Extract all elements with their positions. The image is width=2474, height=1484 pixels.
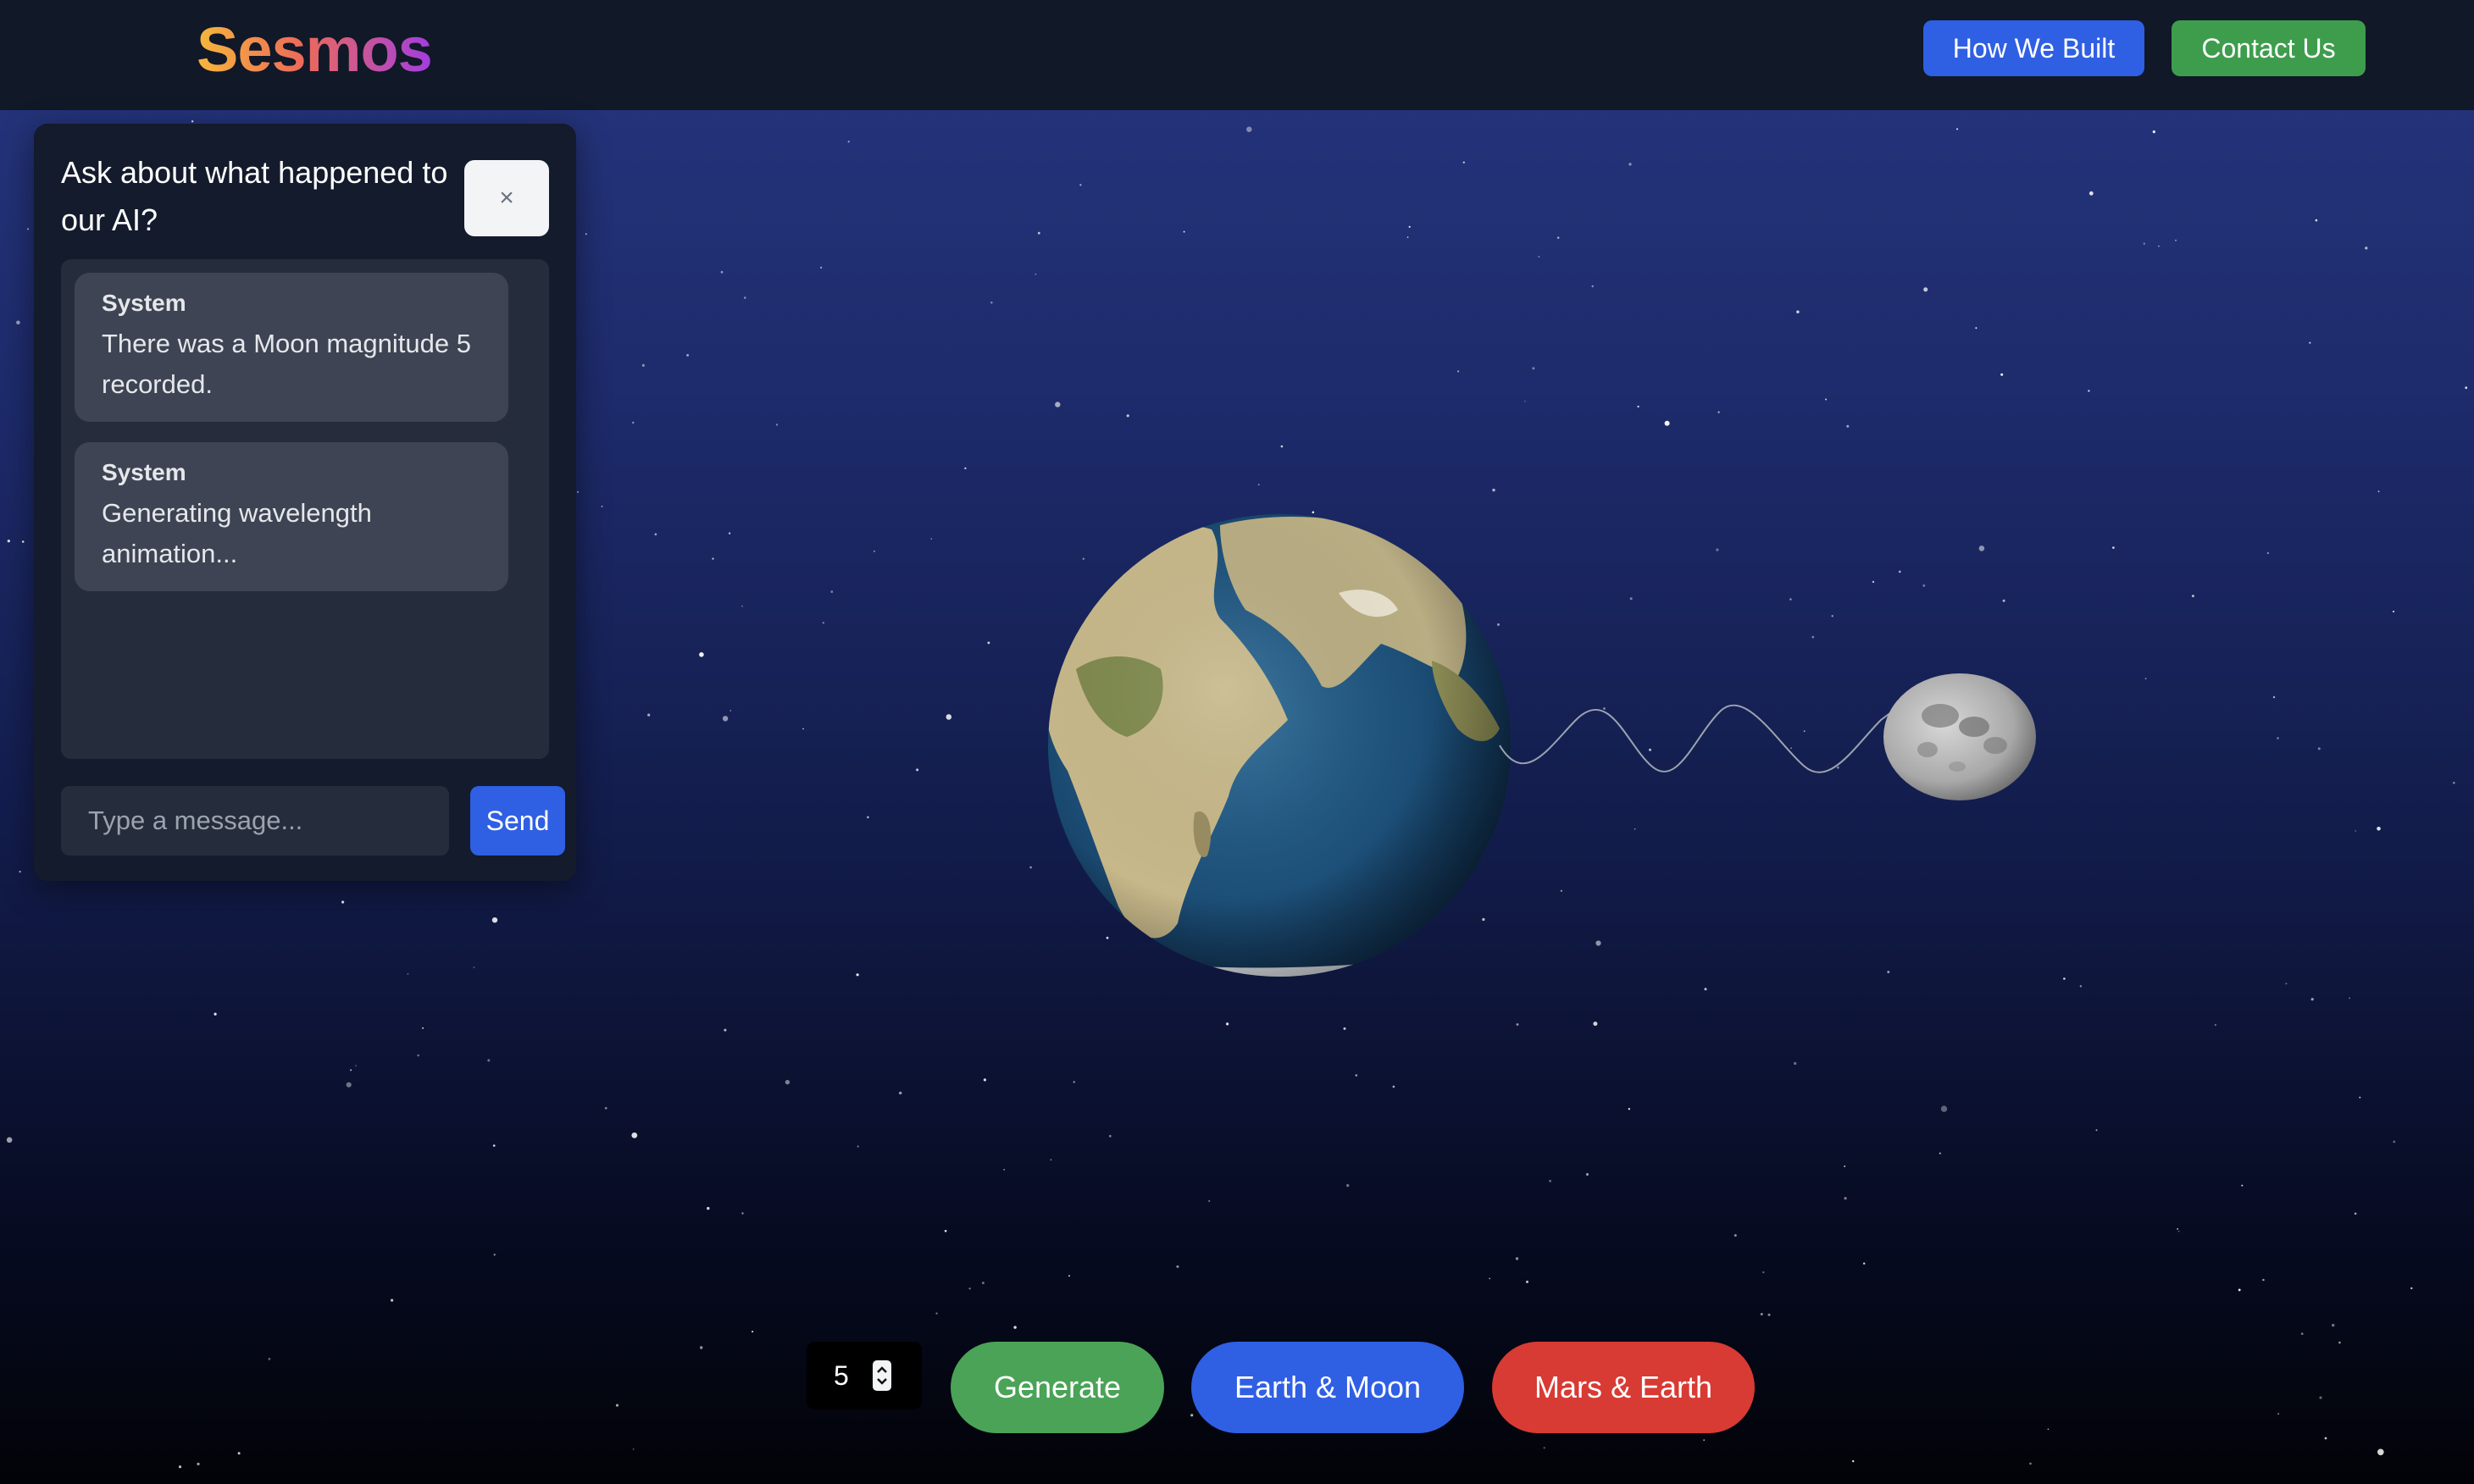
stepper-arrows-icon[interactable] [873,1360,891,1391]
moon-sphere [1883,673,2036,800]
message-text: Generating wavelength animation... [102,498,372,568]
earth-globe [1048,514,1511,977]
magnitude-value: 5 [834,1360,849,1391]
top-navbar: Sesmos How We Built Contact Us [0,0,2474,110]
chat-message-list[interactable]: System There was a Moon magnitude 5 reco… [61,259,549,759]
app-logo[interactable]: Sesmos [197,12,433,88]
message-sender: System [102,459,186,485]
how-we-built-button[interactable]: How We Built [1923,20,2144,76]
chat-title: Ask about what happened to our AI? [61,155,448,237]
chat-message-input[interactable] [61,786,449,856]
chat-message: System There was a Moon magnitude 5 reco… [75,273,508,422]
send-button[interactable]: Send [470,786,565,856]
message-text: There was a Moon magnitude 5 recorded. [102,329,471,399]
ai-chat-panel: Ask about what happened to our AI? × Sys… [34,124,576,881]
generate-button[interactable]: Generate [951,1342,1164,1433]
chat-message: System Generating wavelength animation..… [75,442,508,591]
earth-moon-button[interactable]: Earth & Moon [1191,1342,1464,1433]
contact-us-button[interactable]: Contact Us [2172,20,2366,76]
close-chat-button[interactable]: × [464,160,549,236]
magnitude-stepper[interactable]: 5 [807,1342,922,1409]
seismic-wave-line [1499,704,1899,773]
close-icon: × [499,184,514,212]
message-sender: System [102,290,186,316]
mars-earth-button[interactable]: Mars & Earth [1492,1342,1755,1433]
